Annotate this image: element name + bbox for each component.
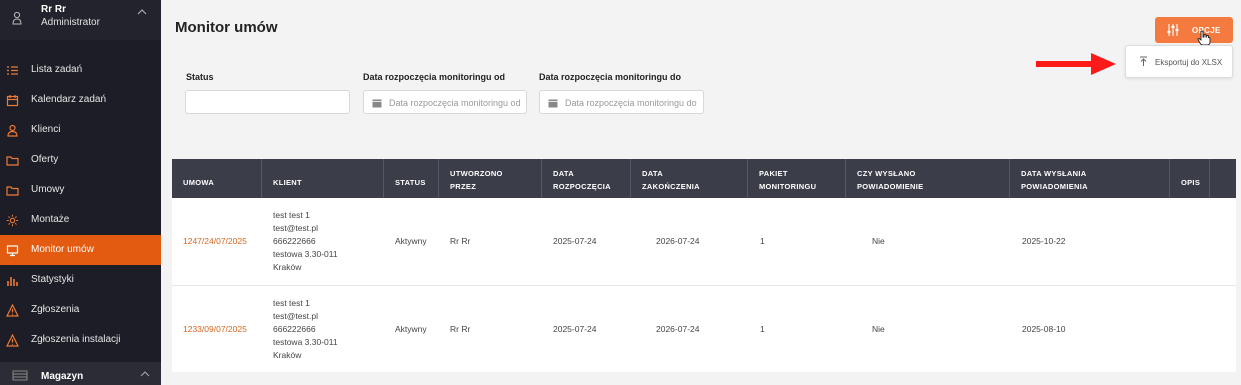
start-to-input[interactable]	[565, 96, 700, 110]
sidebar-item-label: Lista zadań	[31, 64, 83, 75]
calendar-icon	[6, 95, 19, 107]
client-cell: test test 1 test@test.pl 666222666 testo…	[273, 298, 338, 360]
start-from-label: Data rozpoczęcia monitoringu od	[363, 72, 506, 82]
start-from-input[interactable]	[389, 96, 524, 110]
table-row[interactable]: 1233/09/07/2025 test test 1 test@test.pl…	[172, 285, 1236, 371]
notified-cell: Nie	[872, 236, 885, 246]
start-to-field[interactable]	[539, 90, 704, 114]
column-header-umowa[interactable]: UMOWA	[172, 159, 262, 198]
chevron-up-icon[interactable]	[136, 8, 148, 16]
sidebar-item-zgloszenia[interactable]: Zgłoszenia	[0, 295, 161, 325]
start-to-label: Data rozpoczęcia monitoringu do	[539, 72, 682, 82]
monitor-icon	[6, 245, 19, 257]
sidebar-item-label: Oferty	[31, 154, 59, 165]
sidebar-item-statystyki[interactable]: Statystyki	[0, 265, 161, 295]
sidebar-item-label: Monitor umów	[31, 244, 94, 255]
warehouse-icon	[12, 370, 28, 381]
user-icon	[7, 124, 18, 137]
hand-cursor-icon	[1197, 30, 1211, 46]
status-filter[interactable]	[185, 90, 350, 114]
notify-date-cell: 2025-08-10	[1022, 324, 1066, 334]
list-icon	[7, 66, 18, 75]
sidebar: Rr Rr Administrator Lista zadań Kalendar…	[0, 0, 161, 385]
table-row[interactable]: 1247/24/07/2025 test test 1 test@test.pl…	[172, 198, 1236, 284]
sidebar-item-klienci[interactable]: Klienci	[0, 115, 161, 145]
folder-icon	[6, 156, 19, 166]
user-panel[interactable]: Rr Rr Administrator	[0, 0, 161, 40]
client-cell: test test 1 test@test.pl 666222666 testo…	[273, 210, 338, 272]
warning-icon	[6, 304, 19, 317]
sidebar-item-label: Montaże	[31, 214, 70, 225]
sidebar-item-label: Kalendarz zadań	[31, 94, 107, 105]
section-label: Magazyn	[41, 371, 84, 382]
calendar-icon	[548, 99, 558, 108]
column-header-klient[interactable]: KLIENT	[262, 159, 384, 198]
column-header-data-rozpoczecia[interactable]: DATA ROZPOCZĘCIA	[542, 159, 631, 198]
sidebar-item-label: Zgłoszenia	[31, 304, 80, 315]
warning-icon	[6, 334, 19, 347]
sidebar-item-umowy[interactable]: Umowy	[0, 175, 161, 205]
contract-link[interactable]: 1247/24/07/2025	[183, 235, 247, 248]
user-role: Administrator	[41, 17, 100, 28]
upload-icon	[1140, 56, 1147, 66]
sidebar-item-kalendarz[interactable]: Kalendarz zadań	[0, 85, 161, 115]
options-button[interactable]: OPCJE	[1155, 17, 1233, 43]
sidebar-item-oferty[interactable]: Oferty	[0, 145, 161, 175]
end-date-cell: 2026-07-24	[656, 236, 700, 246]
sidebar-item-label: Zgłoszenia instalacji	[31, 334, 121, 345]
created-by-cell: Rr Rr	[450, 236, 471, 246]
sidebar-item-montaze[interactable]: Montaże	[0, 205, 161, 235]
package-cell: 1	[760, 324, 765, 334]
column-header-czy-wyslano[interactable]: CZY WYSŁANO POWIADOMIENIE	[846, 159, 1010, 198]
sidebar-item-zgloszenia-instalacji[interactable]: Zgłoszenia instalacji	[0, 325, 161, 355]
sidebar-item-label: Klienci	[31, 124, 61, 135]
calendar-icon	[372, 99, 382, 108]
sidebar-menu: Lista zadań Kalendarz zadań Klienci Ofer…	[0, 55, 161, 355]
bar-chart-icon	[7, 277, 18, 286]
chevron-up-icon	[140, 371, 150, 377]
page-title: Monitor umów	[175, 19, 278, 36]
end-date-cell: 2026-07-24	[656, 324, 700, 334]
export-label: Eksportuj do XLSX	[1155, 58, 1223, 67]
status-cell: Aktywny	[395, 236, 427, 246]
column-header-pakiet[interactable]: PAKIET MONITORINGU	[748, 159, 846, 198]
person-icon	[12, 11, 22, 25]
export-xlsx-item[interactable]: Eksportuj do XLSX	[1126, 46, 1232, 77]
sidebar-section-magazyn[interactable]: Magazyn	[0, 362, 161, 385]
folder-icon	[6, 186, 19, 196]
start-from-field[interactable]	[363, 90, 527, 114]
red-arrow-annotation	[1036, 53, 1116, 75]
column-header-status[interactable]: STATUS	[384, 159, 439, 198]
contracts-table: UMOWA KLIENT STATUS UTWORZONO PRZEZ DATA R…	[172, 159, 1236, 372]
notified-cell: Nie	[872, 324, 885, 334]
start-date-cell: 2025-07-24	[553, 236, 597, 246]
column-header-utworzono[interactable]: UTWORZONO PRZEZ	[439, 159, 542, 198]
column-header-opis[interactable]: OPIS	[1170, 159, 1210, 198]
sliders-icon	[1167, 24, 1179, 36]
package-cell: 1	[760, 236, 765, 246]
column-header-data-wyslania[interactable]: DATA WYSŁANIA POWIADOMIENIA	[1010, 159, 1170, 198]
status-cell: Aktywny	[395, 324, 427, 334]
sidebar-item-lista-zadan[interactable]: Lista zadań	[0, 55, 161, 85]
notify-date-cell: 2025-10-22	[1022, 236, 1066, 246]
column-header-data-zakonczenia[interactable]: DATA ZAKOŃCZENIA	[631, 159, 748, 198]
options-dropdown: Eksportuj do XLSX	[1125, 45, 1233, 78]
sun-icon	[6, 214, 19, 227]
status-filter-label: Status	[186, 72, 214, 82]
status-input[interactable]	[192, 96, 342, 110]
sidebar-item-label: Umowy	[31, 184, 65, 195]
contract-link[interactable]: 1233/09/07/2025	[183, 323, 247, 336]
created-by-cell: Rr Rr	[450, 324, 471, 334]
start-date-cell: 2025-07-24	[553, 324, 597, 334]
sidebar-item-monitor-umow[interactable]: Monitor umów	[0, 235, 161, 265]
table-header: UMOWA KLIENT STATUS UTWORZONO PRZEZ DATA R…	[172, 159, 1236, 198]
sidebar-item-label: Statystyki	[31, 274, 74, 285]
user-name: Rr Rr	[41, 4, 67, 15]
